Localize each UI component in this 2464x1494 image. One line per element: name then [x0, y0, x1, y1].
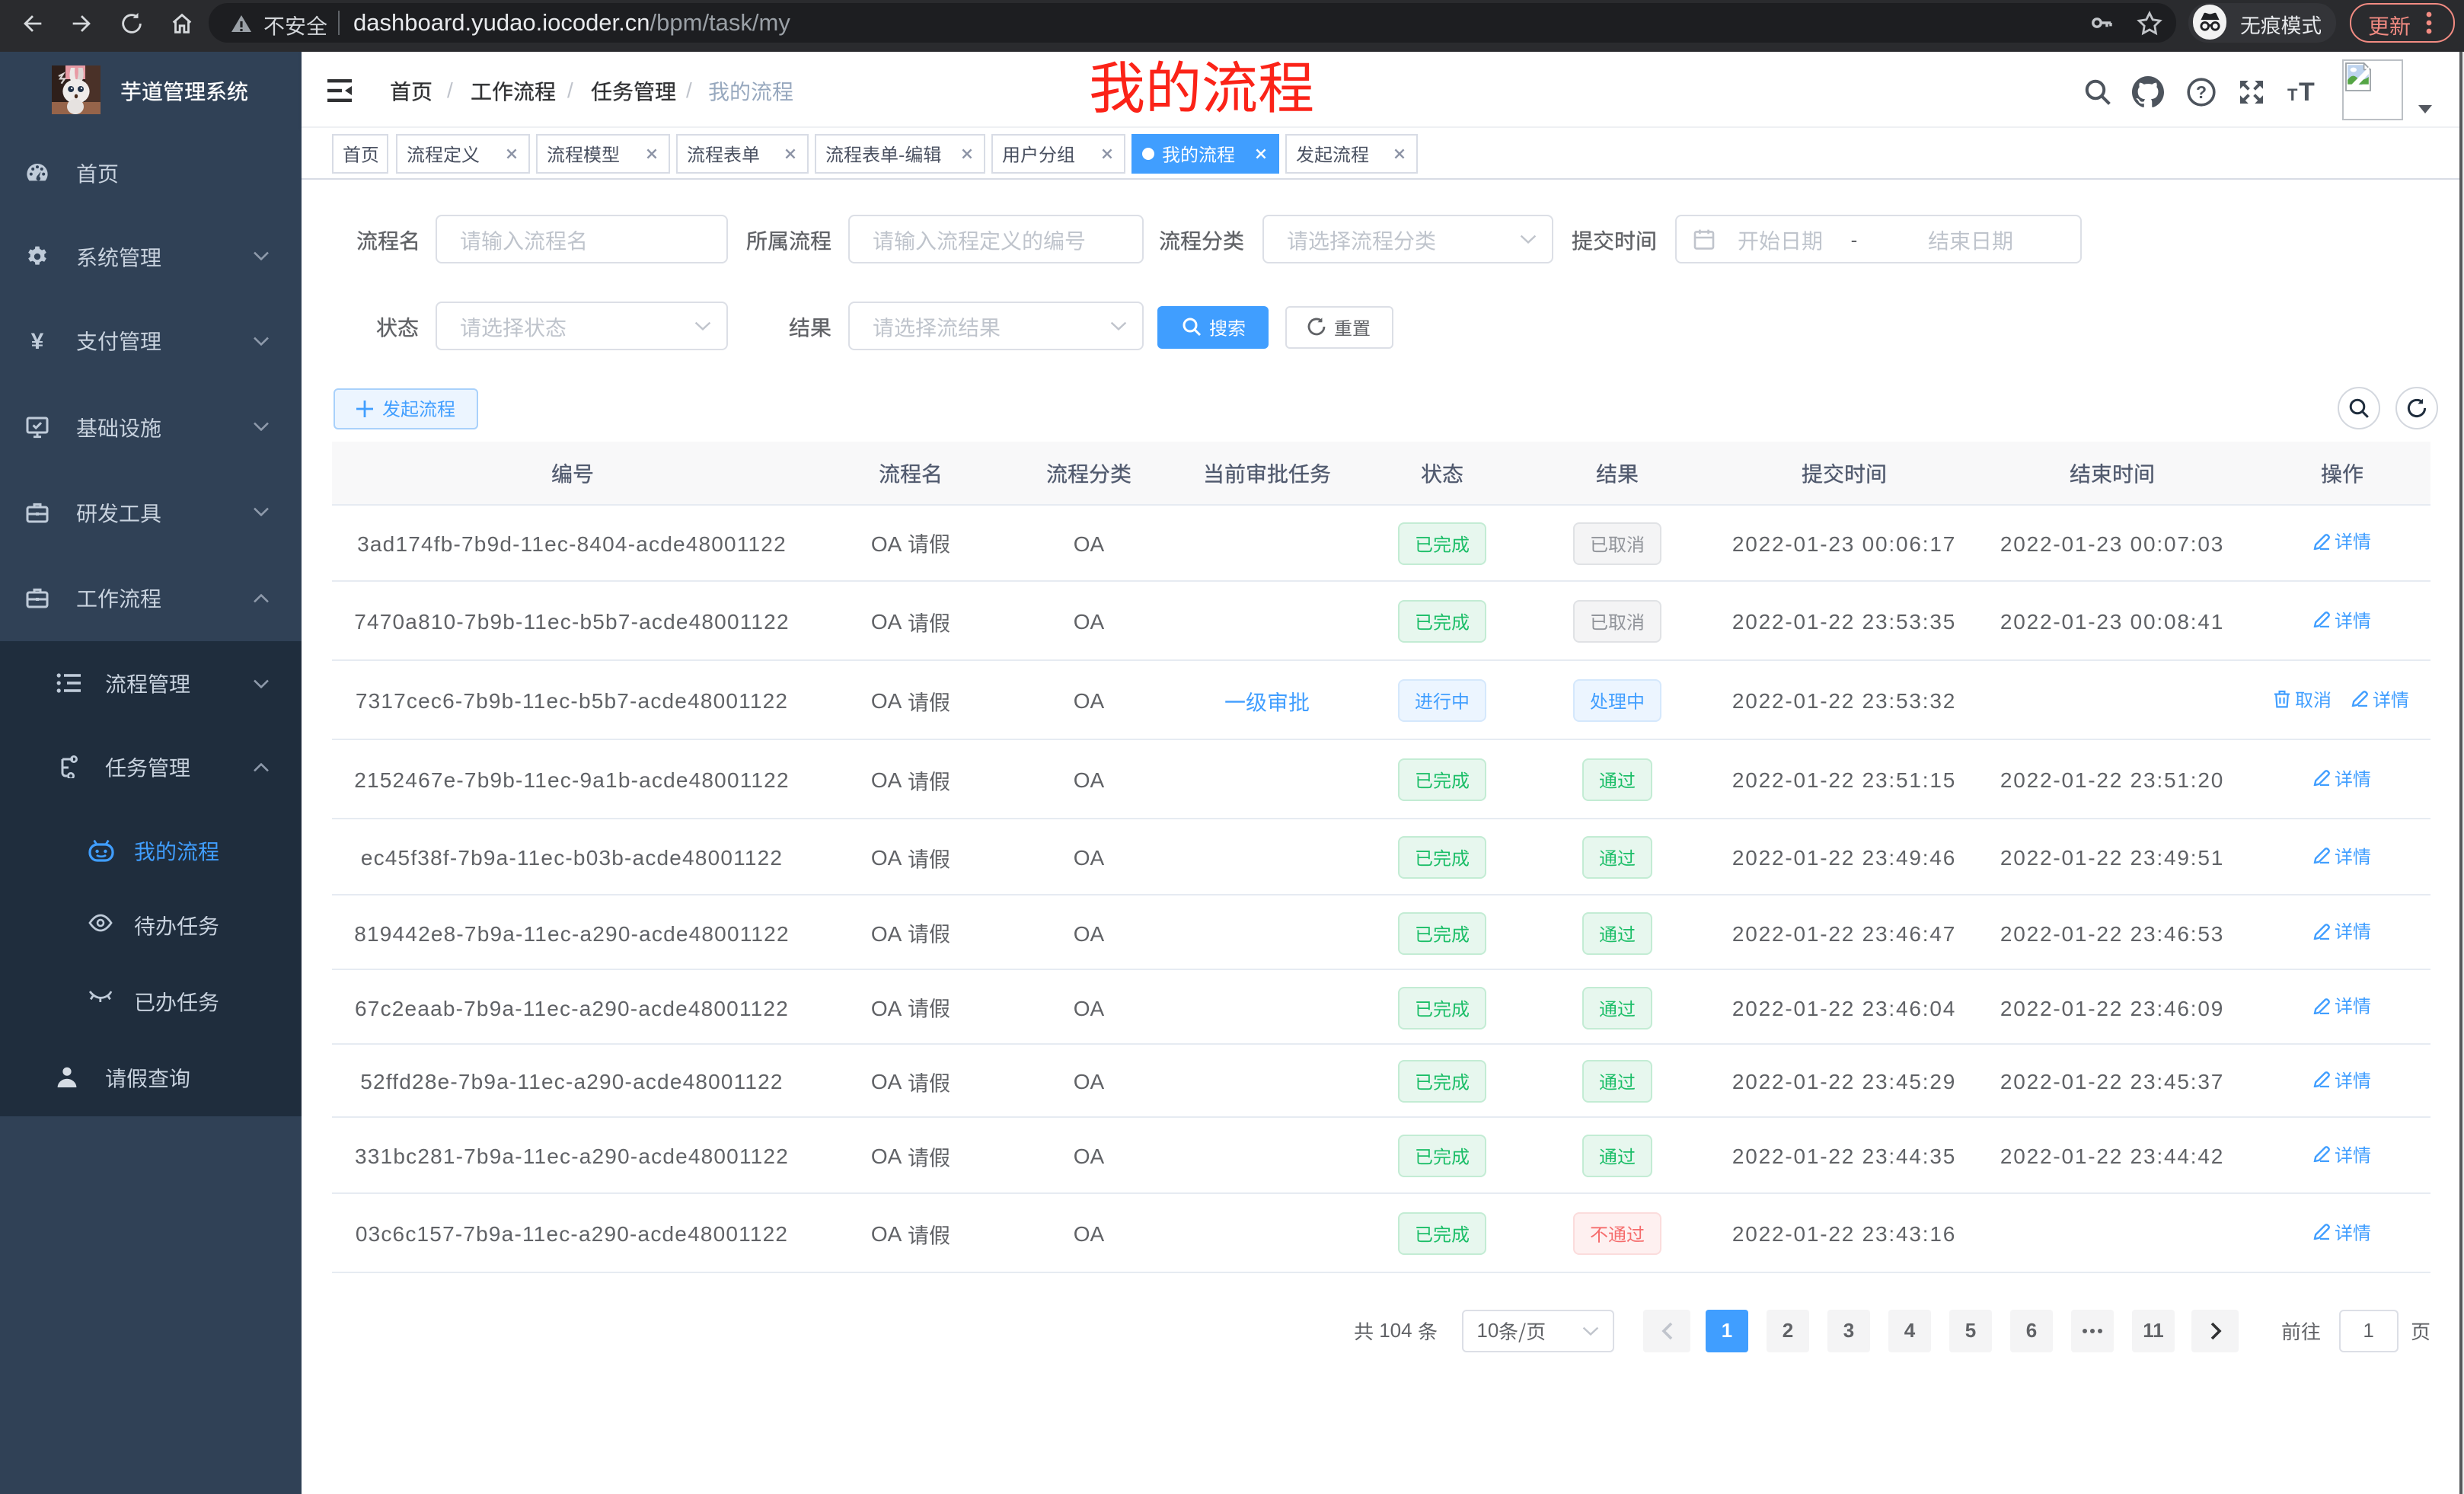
svg-text:T: T — [2287, 85, 2297, 104]
svg-text:?: ? — [2196, 81, 2207, 101]
svg-text:T: T — [2298, 78, 2314, 105]
svg-text:¥: ¥ — [31, 329, 44, 352]
